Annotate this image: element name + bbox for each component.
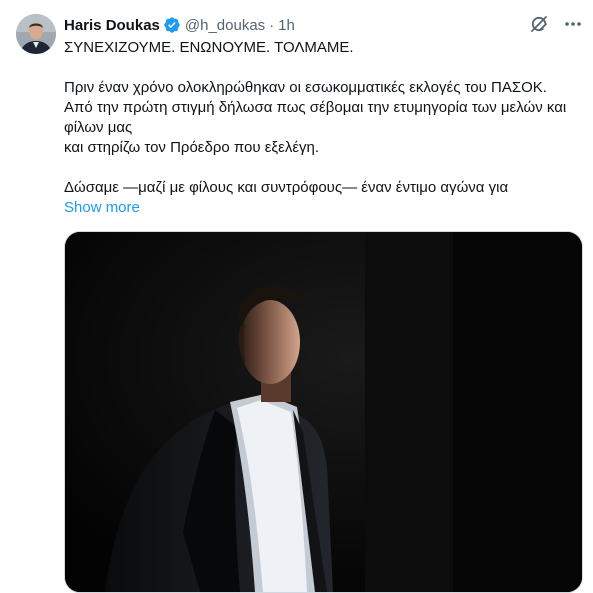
timestamp[interactable]: 1h (278, 17, 295, 34)
verified-badge-icon[interactable] (163, 16, 181, 34)
grok-icon[interactable] (529, 14, 549, 34)
separator-dot: · (269, 16, 275, 34)
tweet-photo[interactable] (64, 231, 583, 593)
tweet-text: ΣΥΝΕΧΙΖΟΥΜΕ. ΕΝΩΝΟΥΜΕ. ΤΟΛΜΑΜΕ. Πριν ένα… (64, 38, 579, 218)
avatar[interactable] (16, 14, 56, 54)
avatar-image (16, 14, 56, 54)
tweet-line: ΣΥΝΕΧΙΖΟΥΜΕ. ΕΝΩΝΟΥΜΕ. ΤΟΛΜΑΜΕ. (64, 39, 354, 56)
photo-image (65, 232, 582, 592)
more-icon[interactable] (563, 14, 583, 34)
tweet-line: Δώσαμε —μαζί με φίλους και συντρόφους— έ… (64, 179, 509, 196)
tweet-header: Haris Doukas @h_doukas · 1h (64, 14, 295, 36)
tweet[interactable]: Haris Doukas @h_doukas · 1h ΣΥΝΕΧΙΖΟΥΜΕ.… (0, 0, 593, 593)
author-name[interactable]: Haris Doukas (64, 17, 160, 34)
tweet-actions (529, 14, 583, 34)
show-more-link[interactable]: Show more (64, 198, 140, 218)
tweet-line: Πριν έναν χρόνο ολοκληρώθηκαν οι εσωκομμ… (64, 79, 547, 96)
tweet-line: Από την πρώτη στιγμή δήλωσα πως σέβομαι … (64, 99, 567, 136)
tweet-line: και στηρίζω τον Πρόεδρο που εξελέγη. (64, 139, 320, 156)
author-handle[interactable]: @h_doukas (185, 17, 265, 34)
